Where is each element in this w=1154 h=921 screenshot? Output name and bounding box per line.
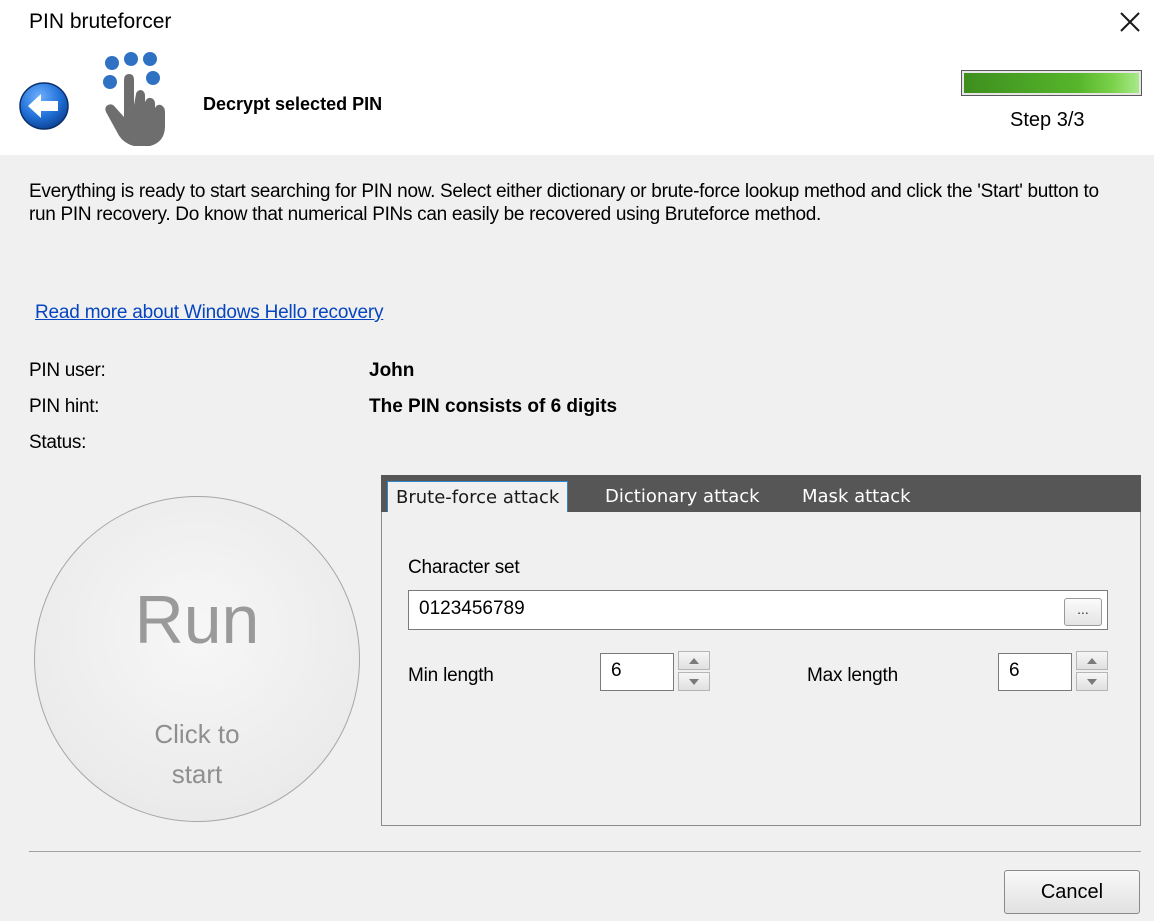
max-length-stepper bbox=[1076, 651, 1108, 691]
step-heading: Decrypt selected PIN bbox=[203, 94, 383, 114]
chevron-down-icon bbox=[1087, 678, 1097, 685]
close-icon[interactable] bbox=[1112, 4, 1148, 40]
max-length-input[interactable]: 6 bbox=[998, 653, 1072, 691]
character-set-browse-button[interactable]: ... bbox=[1064, 598, 1102, 626]
brute-force-panel: Character set 0123456789 ... Min length … bbox=[381, 512, 1141, 826]
progress-fill bbox=[964, 73, 1139, 93]
min-length-label: Min length bbox=[408, 665, 494, 686]
max-length-decrement-button[interactable] bbox=[1076, 672, 1108, 691]
run-button-subtitle-line1: Click to bbox=[154, 719, 240, 749]
run-button-title: Run bbox=[134, 582, 260, 658]
wizard-progress-bar bbox=[961, 70, 1142, 96]
run-button-subtitle: Click to start bbox=[35, 714, 359, 794]
pin-user-value: John bbox=[369, 360, 415, 381]
pin-hint-label: PIN hint: bbox=[29, 396, 100, 417]
tab-mask-attack[interactable]: Mask attack bbox=[802, 481, 911, 512]
tab-dictionary-attack[interactable]: Dictionary attack bbox=[605, 481, 760, 512]
chevron-up-icon bbox=[1087, 657, 1097, 664]
min-length-stepper bbox=[678, 651, 710, 691]
tab-brute-force-attack[interactable]: Brute-force attack bbox=[387, 481, 569, 512]
min-length-decrement-button[interactable] bbox=[678, 672, 710, 691]
chevron-down-icon bbox=[689, 678, 699, 685]
attack-tab-bar: Brute-force attack Dictionary attack Mas… bbox=[381, 475, 1141, 512]
back-button[interactable] bbox=[14, 80, 70, 132]
status-label: Status: bbox=[29, 432, 87, 453]
arrow-left-circle-icon bbox=[19, 82, 69, 130]
pin-user-label: PIN user: bbox=[29, 360, 106, 381]
wizard-header: PIN bruteforcer Decrypt selected PIN Ste… bbox=[0, 0, 1154, 155]
run-button[interactable]: Run Click to start bbox=[34, 496, 360, 822]
character-set-label: Character set bbox=[408, 557, 520, 578]
keypad-hand-icon bbox=[98, 50, 176, 150]
chevron-up-icon bbox=[689, 657, 699, 664]
windows-hello-recovery-link[interactable]: Read more about Windows Hello recovery bbox=[35, 302, 383, 324]
min-length-input[interactable]: 6 bbox=[600, 653, 674, 691]
footer-divider bbox=[29, 851, 1141, 852]
cancel-button[interactable]: Cancel bbox=[1004, 870, 1140, 914]
run-button-subtitle-line2: start bbox=[171, 759, 223, 789]
step-label: Step 3/3 bbox=[1010, 109, 1085, 131]
min-length-increment-button[interactable] bbox=[678, 651, 710, 670]
instructions-text: Everything is ready to start searching f… bbox=[29, 181, 1099, 225]
max-length-increment-button[interactable] bbox=[1076, 651, 1108, 670]
character-set-input[interactable]: 0123456789 bbox=[408, 590, 1108, 630]
pin-hint-value: The PIN consists of 6 digits bbox=[369, 396, 618, 417]
window-title: PIN bruteforcer bbox=[29, 10, 172, 33]
max-length-label: Max length bbox=[807, 665, 898, 686]
